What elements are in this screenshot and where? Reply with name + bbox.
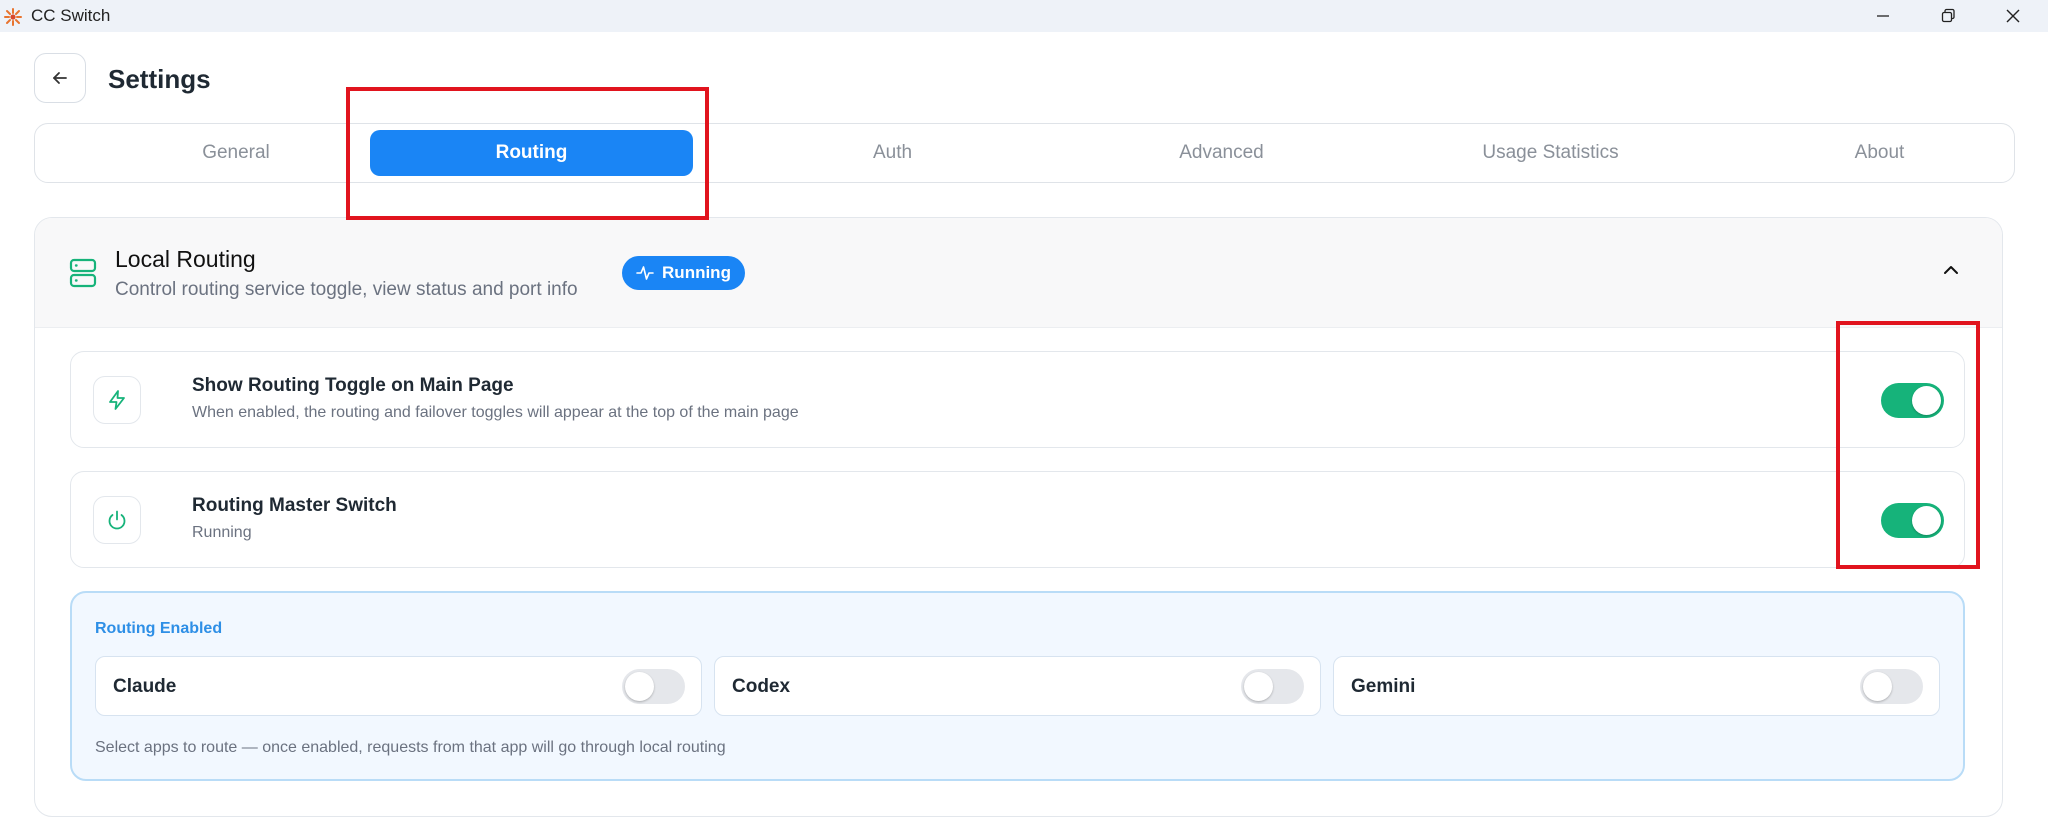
window-title: CC Switch (31, 6, 111, 25)
tab-usage-statistics[interactable]: Usage Statistics (1389, 130, 1712, 176)
activity-icon (636, 266, 654, 280)
setting-icon-box (93, 496, 141, 544)
close-icon (2006, 9, 2020, 23)
app-name: Gemini (1351, 676, 1416, 697)
page-title: Settings (108, 64, 211, 94)
routing-master-toggle-switch[interactable] (1881, 503, 1944, 538)
show-routing-toggle-switch[interactable] (1881, 383, 1944, 418)
setting-description: Running (192, 524, 252, 541)
app-route-gemini: Gemini (1333, 656, 1940, 716)
local-routing-header[interactable]: Local Routing Control routing service to… (35, 218, 2002, 328)
tab-about[interactable]: About (1718, 130, 2041, 176)
arrow-left-icon (53, 72, 67, 84)
setting-row-show-routing-toggle: Show Routing Toggle on Main Page When en… (70, 351, 1965, 448)
app-route-codex: Codex (714, 656, 1321, 716)
setting-row-routing-master-switch: Routing Master Switch Running (70, 471, 1965, 568)
toggle-knob (625, 672, 654, 701)
setting-title: Show Routing Toggle on Main Page (192, 375, 514, 396)
tab-general[interactable]: General (78, 130, 394, 176)
toggle-knob (1244, 672, 1273, 701)
setting-title: Routing Master Switch (192, 495, 397, 516)
toggle-knob (1912, 386, 1941, 415)
app-name: Codex (732, 676, 791, 697)
restore-icon (1941, 8, 1955, 23)
minimize-button[interactable] (1860, 0, 1906, 32)
section-subtitle: Control routing service toggle, view sta… (115, 279, 578, 300)
app-name: Claude (113, 676, 177, 697)
close-window-button[interactable] (1990, 0, 2036, 32)
app-logo-icon (4, 8, 22, 26)
toggle-knob (1863, 672, 1892, 701)
minimize-icon (1877, 15, 1889, 17)
codex-route-toggle[interactable] (1241, 669, 1304, 704)
server-icon (69, 258, 97, 288)
tab-routing[interactable]: Routing (370, 130, 693, 176)
setting-description: When enabled, the routing and failover t… (192, 404, 799, 421)
routing-enabled-help-text: Select apps to route — once enabled, req… (95, 739, 726, 756)
lightning-icon (109, 390, 125, 410)
gemini-route-toggle[interactable] (1860, 669, 1923, 704)
restore-button[interactable] (1925, 0, 1971, 32)
claude-route-toggle[interactable] (622, 669, 685, 704)
status-badge-label: Running (662, 263, 731, 282)
tab-advanced[interactable]: Advanced (1060, 130, 1383, 176)
back-button[interactable] (34, 53, 86, 103)
setting-icon-box (93, 376, 141, 424)
routing-enabled-panel: Routing Enabled Claude Codex Gemini Sele… (70, 591, 1965, 781)
settings-tab-bar: General Routing Auth Advanced Usage Stat… (34, 123, 2015, 183)
routing-enabled-label: Routing Enabled (95, 620, 223, 637)
tab-auth[interactable]: Auth (731, 130, 1054, 176)
power-icon (108, 510, 126, 530)
toggle-knob (1912, 506, 1941, 535)
section-title: Local Routing (115, 246, 256, 272)
local-routing-card: Local Routing Control routing service to… (34, 217, 2003, 817)
chevron-up-icon[interactable] (1942, 264, 1960, 276)
status-badge: Running (622, 256, 745, 290)
title-bar: CC Switch (0, 0, 2048, 32)
app-route-claude: Claude (95, 656, 702, 716)
